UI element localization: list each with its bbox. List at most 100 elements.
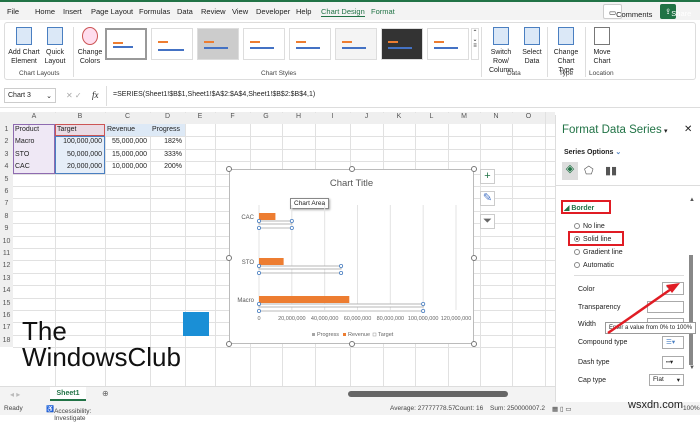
row-header[interactable]: 8 — [0, 210, 13, 224]
row-header[interactable]: 13 — [0, 272, 13, 286]
table-cell[interactable]: CAC — [15, 161, 57, 173]
tab-developer[interactable]: Developer — [256, 7, 290, 16]
row-header[interactable]: 3 — [0, 148, 13, 162]
table-cell[interactable]: 100,000,000 — [55, 136, 105, 148]
column-header[interactable]: M — [448, 113, 480, 124]
table-cell[interactable]: Macro — [15, 136, 57, 148]
table-cell[interactable]: 50,000,000 — [55, 149, 105, 161]
tab-insert[interactable]: Insert — [63, 7, 82, 16]
table-header-cell[interactable]: Target — [57, 124, 107, 136]
tab-data[interactable]: Data — [177, 7, 193, 16]
column-header[interactable]: D — [150, 113, 185, 124]
row-header[interactable]: 18 — [0, 334, 13, 348]
name-box-value: Chart 3 — [8, 92, 31, 99]
column-header[interactable]: O — [512, 113, 545, 124]
column-header[interactable]: I — [315, 113, 350, 124]
row-header[interactable]: 6 — [0, 186, 13, 199]
column-header[interactable]: K — [383, 113, 415, 124]
share-button[interactable]: ⇪ Share — [660, 4, 691, 19]
chart-area[interactable]: Chart Title Chart Area 0 20,000,000 40,000… — [226, 166, 477, 347]
row-header[interactable]: 2 — [0, 136, 13, 149]
comments-button[interactable]: ▭ Comments — [603, 4, 652, 19]
sheet-tab-sheet1[interactable]: Sheet1 — [50, 387, 86, 401]
row-header[interactable]: 16 — [0, 310, 13, 323]
chart-style-2[interactable] — [151, 28, 193, 60]
add-sheet-icon[interactable]: ⊕ — [102, 389, 109, 398]
tab-file[interactable]: File — [7, 7, 19, 16]
tab-help[interactable]: Help — [296, 7, 311, 16]
tab-format[interactable]: Format — [371, 7, 395, 16]
chart-style-7[interactable] — [381, 28, 423, 60]
category-label: STO — [242, 260, 255, 266]
row-header[interactable]: 10 — [0, 235, 13, 248]
table-cell[interactable]: 55,000,000 — [105, 136, 150, 148]
chart-filter-button[interactable]: ⏷ — [480, 214, 495, 229]
chart-elements-button[interactable]: + — [480, 169, 495, 184]
table-cell[interactable]: 200% — [150, 161, 185, 173]
row-header[interactable]: 4 — [0, 161, 13, 174]
column-header[interactable]: H — [282, 113, 315, 124]
move-chart-button[interactable]: Move Chart — [587, 27, 617, 66]
tab-view[interactable]: View — [232, 7, 248, 16]
fx-button[interactable]: fx — [92, 90, 99, 100]
column-header[interactable]: E — [185, 113, 215, 124]
row-header[interactable]: 7 — [0, 198, 13, 211]
formula-input[interactable]: =SERIES(Sheet1!$B$1,Sheet1!$A$2:$A$4,She… — [106, 86, 696, 106]
column-header[interactable]: F — [215, 113, 250, 124]
column-header[interactable]: A — [13, 113, 55, 124]
chart-style-3[interactable] — [197, 28, 239, 60]
chart-styles-brush-button[interactable]: ✎ — [480, 191, 495, 206]
chart-style-1[interactable] — [105, 28, 147, 60]
table-cell[interactable]: 182% — [150, 136, 185, 148]
row-header[interactable]: 17 — [0, 322, 13, 335]
row-header[interactable]: 14 — [0, 285, 13, 298]
column-header[interactable]: G — [250, 113, 282, 124]
change-colors-button[interactable]: Change Colors — [75, 27, 105, 66]
x-tick-label: 80,000,000 — [377, 316, 405, 322]
column-header[interactable]: B — [55, 113, 105, 124]
table-header-cell[interactable]: Product — [15, 124, 57, 136]
tab-chart-design[interactable]: Chart Design — [321, 7, 365, 17]
column-header[interactable]: C — [105, 113, 150, 124]
select-data-button[interactable]: Select Data — [519, 27, 545, 66]
name-box[interactable]: Chart 3 ⌄ — [4, 88, 56, 103]
row-header[interactable]: 1 — [0, 124, 13, 137]
chart-style-5[interactable] — [289, 28, 331, 60]
column-header[interactable]: L — [415, 113, 448, 124]
styles-scroll[interactable]: ⌃ ⌄ ≡ — [471, 28, 479, 60]
column-header[interactable]: N — [480, 113, 512, 124]
chart-style-6[interactable] — [335, 28, 377, 60]
zoom-level[interactable]: 100% — [683, 405, 700, 412]
row-header[interactable]: 11 — [0, 248, 13, 261]
sheet-nav-arrows[interactable]: ◂ ▸ — [10, 390, 20, 399]
change-chart-type-button[interactable]: Change Chart Type — [549, 27, 583, 75]
cancel-confirm-icons[interactable]: ✕ ✓ — [66, 91, 82, 100]
table-cell[interactable]: 333% — [150, 149, 185, 161]
add-chart-element-button[interactable]: Add Chart Element — [7, 27, 41, 66]
table-header-cell[interactable]: Revenue — [107, 124, 152, 136]
table-cell[interactable]: 10,000,000 — [105, 161, 150, 173]
tab-formulas[interactable]: Formulas — [139, 7, 170, 16]
row-header[interactable]: 15 — [0, 297, 13, 310]
table-cell[interactable]: STO — [15, 149, 57, 161]
selection-handle — [256, 226, 261, 231]
accessibility-status[interactable]: ♿ Accessibility: Investigate — [46, 405, 91, 422]
view-buttons[interactable]: ▦ ▯ ▭ — [552, 405, 571, 413]
horizontal-scrollbar[interactable] — [340, 391, 525, 398]
row-header[interactable]: 12 — [0, 260, 13, 273]
quick-layout-button[interactable]: Quick Layout — [41, 27, 69, 66]
switch-row-column-button[interactable]: Switch Row/ Column — [483, 27, 519, 75]
selection-handle — [256, 308, 261, 313]
table-header-cell[interactable]: Progress — [152, 124, 187, 136]
chart-style-8[interactable] — [427, 28, 469, 60]
legend-marker — [343, 333, 346, 336]
row-header[interactable]: 9 — [0, 223, 13, 236]
chart-style-4[interactable] — [243, 28, 285, 60]
tab-review[interactable]: Review — [201, 7, 226, 16]
column-header[interactable]: J — [350, 113, 383, 124]
tab-page-layout[interactable]: Page Layout — [91, 7, 133, 16]
row-header[interactable]: 5 — [0, 173, 13, 186]
tab-home[interactable]: Home — [35, 7, 55, 16]
table-cell[interactable]: 15,000,000 — [105, 149, 150, 161]
table-cell[interactable]: 20,000,000 — [55, 161, 105, 173]
